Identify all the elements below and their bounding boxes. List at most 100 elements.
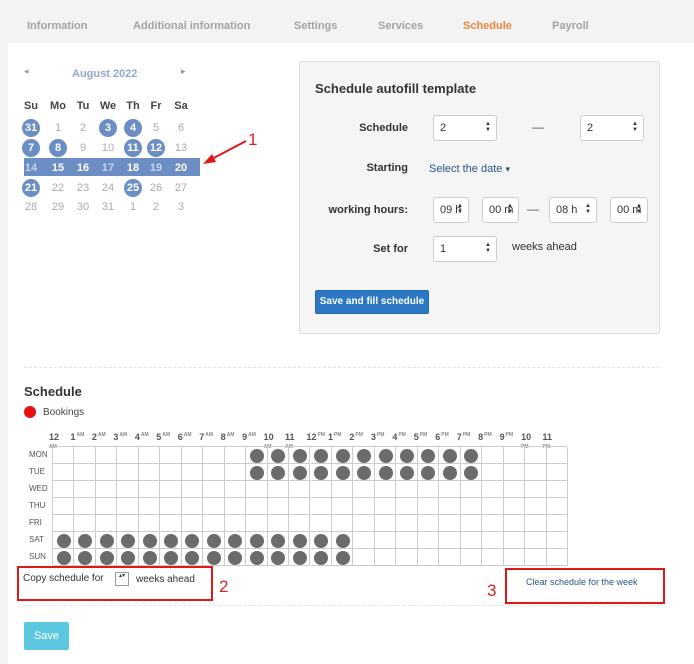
booking-dot[interactable] [99,533,114,548]
save-and-fill-button[interactable]: Save and fill schedule [315,290,429,314]
schedule-cell[interactable] [203,481,225,498]
calendar-day[interactable]: 1 [45,119,71,137]
schedule-cell[interactable] [224,515,247,532]
schedule-cell[interactable] [525,549,547,566]
schedule-cell[interactable] [546,515,568,532]
tab-settings[interactable]: Settings [294,20,337,32]
schedule-cell[interactable] [181,498,204,515]
schedule-cell[interactable] [417,532,440,549]
booking-dot[interactable] [271,465,286,480]
schedule-cell[interactable] [460,549,483,566]
schedule-cell[interactable] [460,481,483,498]
tab-schedule[interactable]: Schedule [463,20,512,32]
schedule-cell[interactable] [74,498,96,515]
schedule-cell[interactable] [396,532,418,549]
schedule-cell[interactable] [374,532,397,549]
booking-dot[interactable] [99,550,114,565]
schedule-cell[interactable] [53,464,75,481]
schedule-cell[interactable] [160,447,182,464]
schedule-cell[interactable] [53,447,75,464]
schedule-cell[interactable] [525,515,547,532]
booking-dot[interactable] [228,533,243,548]
booking-dot[interactable] [249,550,264,565]
schedule-cell[interactable] [117,447,139,464]
schedule-cell[interactable] [53,498,75,515]
calendar-day[interactable]: 24 [95,179,121,197]
schedule-cell[interactable] [525,532,547,549]
schedule-cell[interactable] [482,498,504,515]
next-month-icon[interactable]: ▸ [181,66,186,77]
booking-dot[interactable] [78,550,93,565]
schedule-cell[interactable] [246,498,268,515]
calendar-day[interactable]: 27 [168,179,194,197]
calendar-day[interactable]: 30 [70,198,96,216]
booking-dot[interactable] [335,448,350,463]
calendar-day[interactable]: 21 [18,179,44,197]
schedule-from-select[interactable]: 2 ▲ ▼ [433,115,497,141]
booking-dot[interactable] [335,533,350,548]
schedule-cell[interactable] [246,481,268,498]
schedule-cell[interactable] [503,447,526,464]
schedule-cell[interactable] [95,481,118,498]
schedule-cell[interactable] [74,464,96,481]
schedule-cell[interactable] [203,464,225,481]
calendar-day[interactable]: 28 [18,198,44,216]
schedule-cell[interactable] [503,481,526,498]
booking-dot[interactable] [335,465,350,480]
schedule-cell[interactable] [417,498,440,515]
calendar-day[interactable]: 20 [168,159,194,177]
tab-services[interactable]: Services [378,20,423,32]
booking-dot[interactable] [421,465,436,480]
schedule-cell[interactable] [267,515,290,532]
calendar-day[interactable]: 15 [45,159,71,177]
schedule-cell[interactable] [310,481,332,498]
schedule-cell[interactable] [439,515,461,532]
end-minute-select[interactable]: 00 m ▲ ▼ [610,197,648,223]
schedule-cell[interactable] [74,481,96,498]
schedule-cell[interactable] [525,464,547,481]
calendar-day[interactable]: 31 [95,198,121,216]
schedule-cell[interactable] [503,464,526,481]
booking-dot[interactable] [206,550,221,565]
schedule-cell[interactable] [503,549,526,566]
schedule-cell[interactable] [160,515,182,532]
schedule-cell[interactable] [546,447,568,464]
calendar-day[interactable]: 3 [95,119,121,137]
booking-dot[interactable] [464,448,479,463]
schedule-cell[interactable] [374,515,397,532]
calendar-day[interactable]: 14 [18,159,44,177]
schedule-cell[interactable] [546,481,568,498]
schedule-cell[interactable] [439,498,461,515]
schedule-cell[interactable] [482,515,504,532]
calendar-day[interactable]: 2 [143,198,169,216]
schedule-cell[interactable] [267,481,290,498]
calendar-day[interactable]: 12 [143,139,169,157]
schedule-cell[interactable] [503,532,526,549]
booking-dot[interactable] [56,550,71,565]
calendar-day[interactable]: 10 [95,139,121,157]
schedule-cell[interactable] [353,532,375,549]
calendar-day[interactable]: 16 [70,159,96,177]
tab-payroll[interactable]: Payroll [552,20,589,32]
booking-dot[interactable] [271,448,286,463]
schedule-cell[interactable] [460,498,483,515]
calendar-day[interactable]: 8 [45,139,71,157]
schedule-cell[interactable] [138,498,161,515]
schedule-cell[interactable] [181,464,204,481]
schedule-cell[interactable] [117,464,139,481]
schedule-cell[interactable] [310,515,332,532]
schedule-cell[interactable] [181,515,204,532]
booking-dot[interactable] [357,448,372,463]
booking-dot[interactable] [421,448,436,463]
booking-dot[interactable] [335,550,350,565]
booking-dot[interactable] [271,533,286,548]
schedule-cell[interactable] [331,481,354,498]
schedule-cell[interactable] [310,498,332,515]
booking-dot[interactable] [121,533,136,548]
weeks-ahead-select[interactable]: 1 ▲ ▼ [433,236,497,262]
schedule-cell[interactable] [138,481,161,498]
schedule-cell[interactable] [117,498,139,515]
schedule-cell[interactable] [160,498,182,515]
schedule-cell[interactable] [353,498,375,515]
booking-dot[interactable] [249,533,264,548]
